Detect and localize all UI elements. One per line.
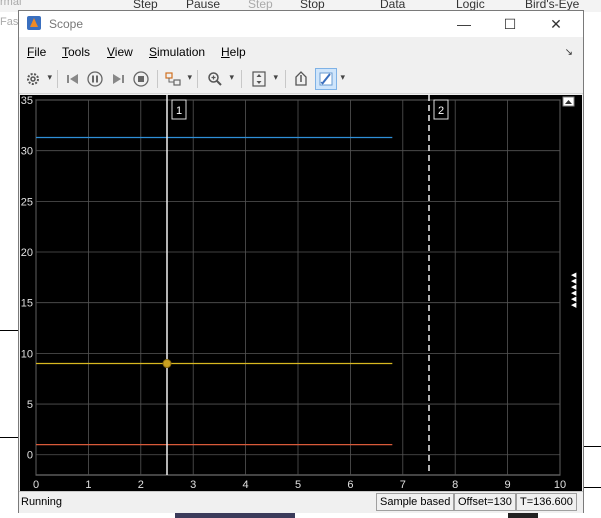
x-tick-label: 3 xyxy=(190,479,196,491)
scope-toolbar xyxy=(19,65,583,94)
zoom-in-icon[interactable] xyxy=(205,69,234,89)
undock-icon[interactable] xyxy=(291,69,311,89)
bg-line xyxy=(0,437,18,438)
bg-line xyxy=(584,487,601,488)
x-tick-label: 6 xyxy=(347,479,353,491)
step-forward-icon[interactable] xyxy=(108,69,128,89)
y-tick-label: 10 xyxy=(21,348,33,360)
x-tick-label: 4 xyxy=(243,479,249,491)
y-tick-label: 25 xyxy=(21,196,33,208)
toolbar-separator xyxy=(157,70,158,88)
x-tick-label: 7 xyxy=(400,479,406,491)
cursor-marker-point xyxy=(162,359,172,369)
window-title: Scope xyxy=(49,17,84,31)
gear-icon[interactable] xyxy=(23,69,52,89)
minimize-button[interactable]: — xyxy=(449,14,479,34)
cursor-label-1: 1 xyxy=(176,105,182,117)
y-tick-label: 0 xyxy=(27,450,33,462)
menu-bar: File Tools View Simulation Help ↘ xyxy=(19,41,583,63)
dock-arrow-icon[interactable]: ↘ xyxy=(565,47,573,58)
menu-file[interactable]: File xyxy=(27,45,46,59)
autoscale-icon[interactable] xyxy=(249,69,278,89)
x-tick-label: 9 xyxy=(505,479,511,491)
offset-cell: Offset=130 xyxy=(454,493,516,511)
maximize-button[interactable]: ☐ xyxy=(495,14,525,34)
scope-window: Scope — ☐ ✕ File Tools View Simulation H… xyxy=(18,10,584,513)
title-bar[interactable]: Scope — ☐ ✕ xyxy=(19,11,583,37)
x-tick-label: 8 xyxy=(452,479,458,491)
scope-chart[interactable]: 0 1 2 3 4 5 6 7 8 9 10 0 5 10 15 20 25 30 35 1 2 xyxy=(20,95,582,491)
x-tick-label: 0 xyxy=(33,479,39,491)
cursor-label-2: 2 xyxy=(438,105,444,117)
menu-simulation[interactable]: Simulation xyxy=(149,45,205,59)
background-canvas-right xyxy=(584,12,601,518)
legend-arrows-icon[interactable]: ◀ ◀ ◀ ◀ ◀ ◀ xyxy=(571,272,579,309)
simulation-status: Running xyxy=(21,496,62,508)
scope-plot[interactable]: 0 1 2 3 4 5 6 7 8 9 10 0 5 10 15 20 25 30 35 1 2 ◀ ◀ ◀ ◀ ◀ ◀ xyxy=(20,95,582,491)
stop-icon[interactable] xyxy=(131,69,151,89)
menu-tools[interactable]: Tools xyxy=(62,45,90,59)
toolbar-separator xyxy=(57,70,58,88)
highlight-icon[interactable] xyxy=(163,69,192,89)
matlab-icon xyxy=(27,16,41,30)
cursor-measurements-icon[interactable] xyxy=(315,68,345,90)
bg-line xyxy=(0,330,18,331)
pause-icon[interactable] xyxy=(85,69,105,89)
y-tick-label: 15 xyxy=(21,298,33,310)
status-bar: Running Sample based Offset=130 T=136.60… xyxy=(19,491,583,513)
bg-line xyxy=(584,446,601,447)
y-tick-label: 30 xyxy=(21,146,33,158)
sample-mode-cell: Sample based xyxy=(376,493,455,511)
x-tick-label: 1 xyxy=(85,479,91,491)
toolbar-separator xyxy=(285,70,286,88)
y-tick-label: 35 xyxy=(21,95,33,107)
bg-left-label-2: Fas xyxy=(0,16,19,28)
x-tick-label: 10 xyxy=(554,479,566,491)
toolbar-separator xyxy=(197,70,198,88)
step-back-icon[interactable] xyxy=(63,69,83,89)
menu-view[interactable]: View xyxy=(107,45,133,59)
x-tick-label: 5 xyxy=(295,479,301,491)
menu-help[interactable]: Help xyxy=(221,45,246,59)
x-tick-label: 2 xyxy=(138,479,144,491)
close-button[interactable]: ✕ xyxy=(541,14,571,34)
y-tick-label: 20 xyxy=(21,247,33,259)
bg-left-label-1: rmal xyxy=(0,0,22,8)
time-cell: T=136.600 xyxy=(516,493,577,511)
y-tick-label: 5 xyxy=(27,399,33,411)
toolbar-separator xyxy=(241,70,242,88)
